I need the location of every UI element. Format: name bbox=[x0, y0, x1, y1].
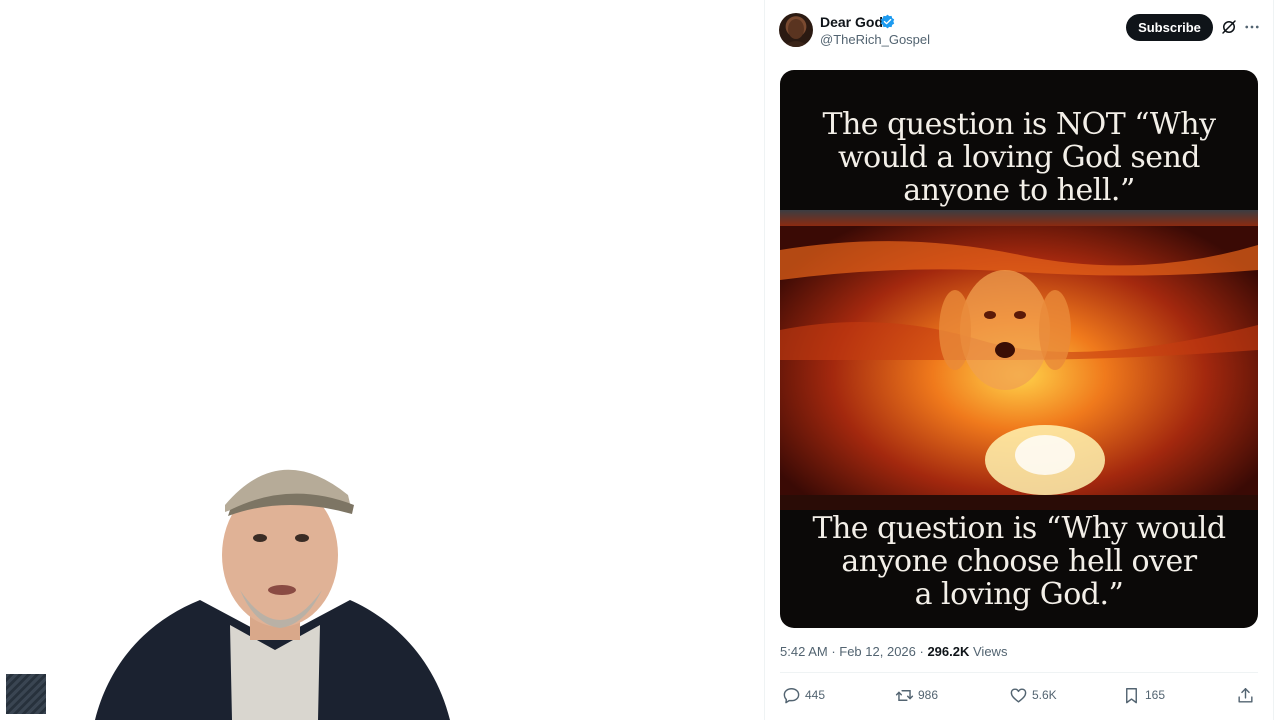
image-bottom-caption: The question is “Why would anyone choose… bbox=[780, 512, 1258, 611]
meta-separator: · bbox=[915, 644, 928, 659]
more-icon[interactable] bbox=[1243, 18, 1261, 36]
tweet-image[interactable]: The question is NOT “Why would a loving … bbox=[780, 70, 1258, 628]
author-handle[interactable]: @TheRich_Gospel bbox=[820, 32, 930, 47]
image-top-caption: The question is NOT “Why would a loving … bbox=[780, 108, 1258, 207]
reply-count: 445 bbox=[805, 688, 826, 702]
hellfire-illustration bbox=[780, 210, 1258, 510]
views-label: Views bbox=[973, 644, 1008, 659]
like-count: 5.6K bbox=[1032, 688, 1057, 702]
tweet-card: Dear God @TheRich_Gospel Subscribe The q… bbox=[764, 0, 1274, 720]
subscribe-button[interactable]: Subscribe bbox=[1126, 14, 1213, 41]
image-caption-line: a loving God.” bbox=[914, 577, 1124, 612]
reply-icon bbox=[783, 687, 800, 703]
repost-icon bbox=[895, 689, 914, 701]
image-caption-line: anyone to hell.” bbox=[903, 173, 1135, 208]
author-name[interactable]: Dear God bbox=[820, 14, 883, 30]
webcam-panel bbox=[0, 0, 760, 720]
like-button[interactable]: 5.6K bbox=[1009, 682, 1057, 708]
tweet-actions: 445 986 5.6K 165 bbox=[780, 682, 1260, 708]
share-button[interactable] bbox=[1236, 682, 1259, 708]
corner-thumbnail bbox=[6, 674, 46, 714]
image-caption-line: The question is “Why would bbox=[812, 511, 1226, 546]
views-count: 296.2K bbox=[927, 644, 970, 659]
bookmark-button[interactable]: 165 bbox=[1122, 682, 1165, 708]
tweet-header: Dear God @TheRich_Gospel Subscribe bbox=[765, 0, 1273, 60]
bookmark-count: 165 bbox=[1145, 688, 1166, 702]
meta-separator: · bbox=[827, 644, 840, 659]
bookmark-icon bbox=[1126, 687, 1137, 703]
grok-icon[interactable] bbox=[1220, 18, 1238, 36]
repost-button[interactable]: 986 bbox=[895, 682, 938, 708]
share-icon bbox=[1238, 687, 1253, 703]
image-caption-line: The question is NOT “Why bbox=[822, 107, 1216, 142]
tweet-date[interactable]: Feb 12, 2026 bbox=[839, 644, 916, 659]
verified-badge-icon bbox=[880, 14, 895, 29]
divider bbox=[780, 672, 1258, 673]
avatar[interactable] bbox=[779, 13, 813, 47]
repost-count: 986 bbox=[918, 688, 939, 702]
tweet-meta: 5:42 AM · Feb 12, 2026 · 296.2K Views bbox=[780, 644, 1007, 659]
presenter-video bbox=[95, 469, 450, 720]
reply-button[interactable]: 445 bbox=[782, 682, 825, 708]
like-icon bbox=[1010, 687, 1027, 703]
tweet-time[interactable]: 5:42 AM bbox=[780, 644, 828, 659]
image-caption-line: anyone choose hell over bbox=[841, 544, 1197, 579]
avatar-face-icon bbox=[783, 19, 809, 47]
image-caption-line: would a loving God send bbox=[837, 140, 1201, 175]
